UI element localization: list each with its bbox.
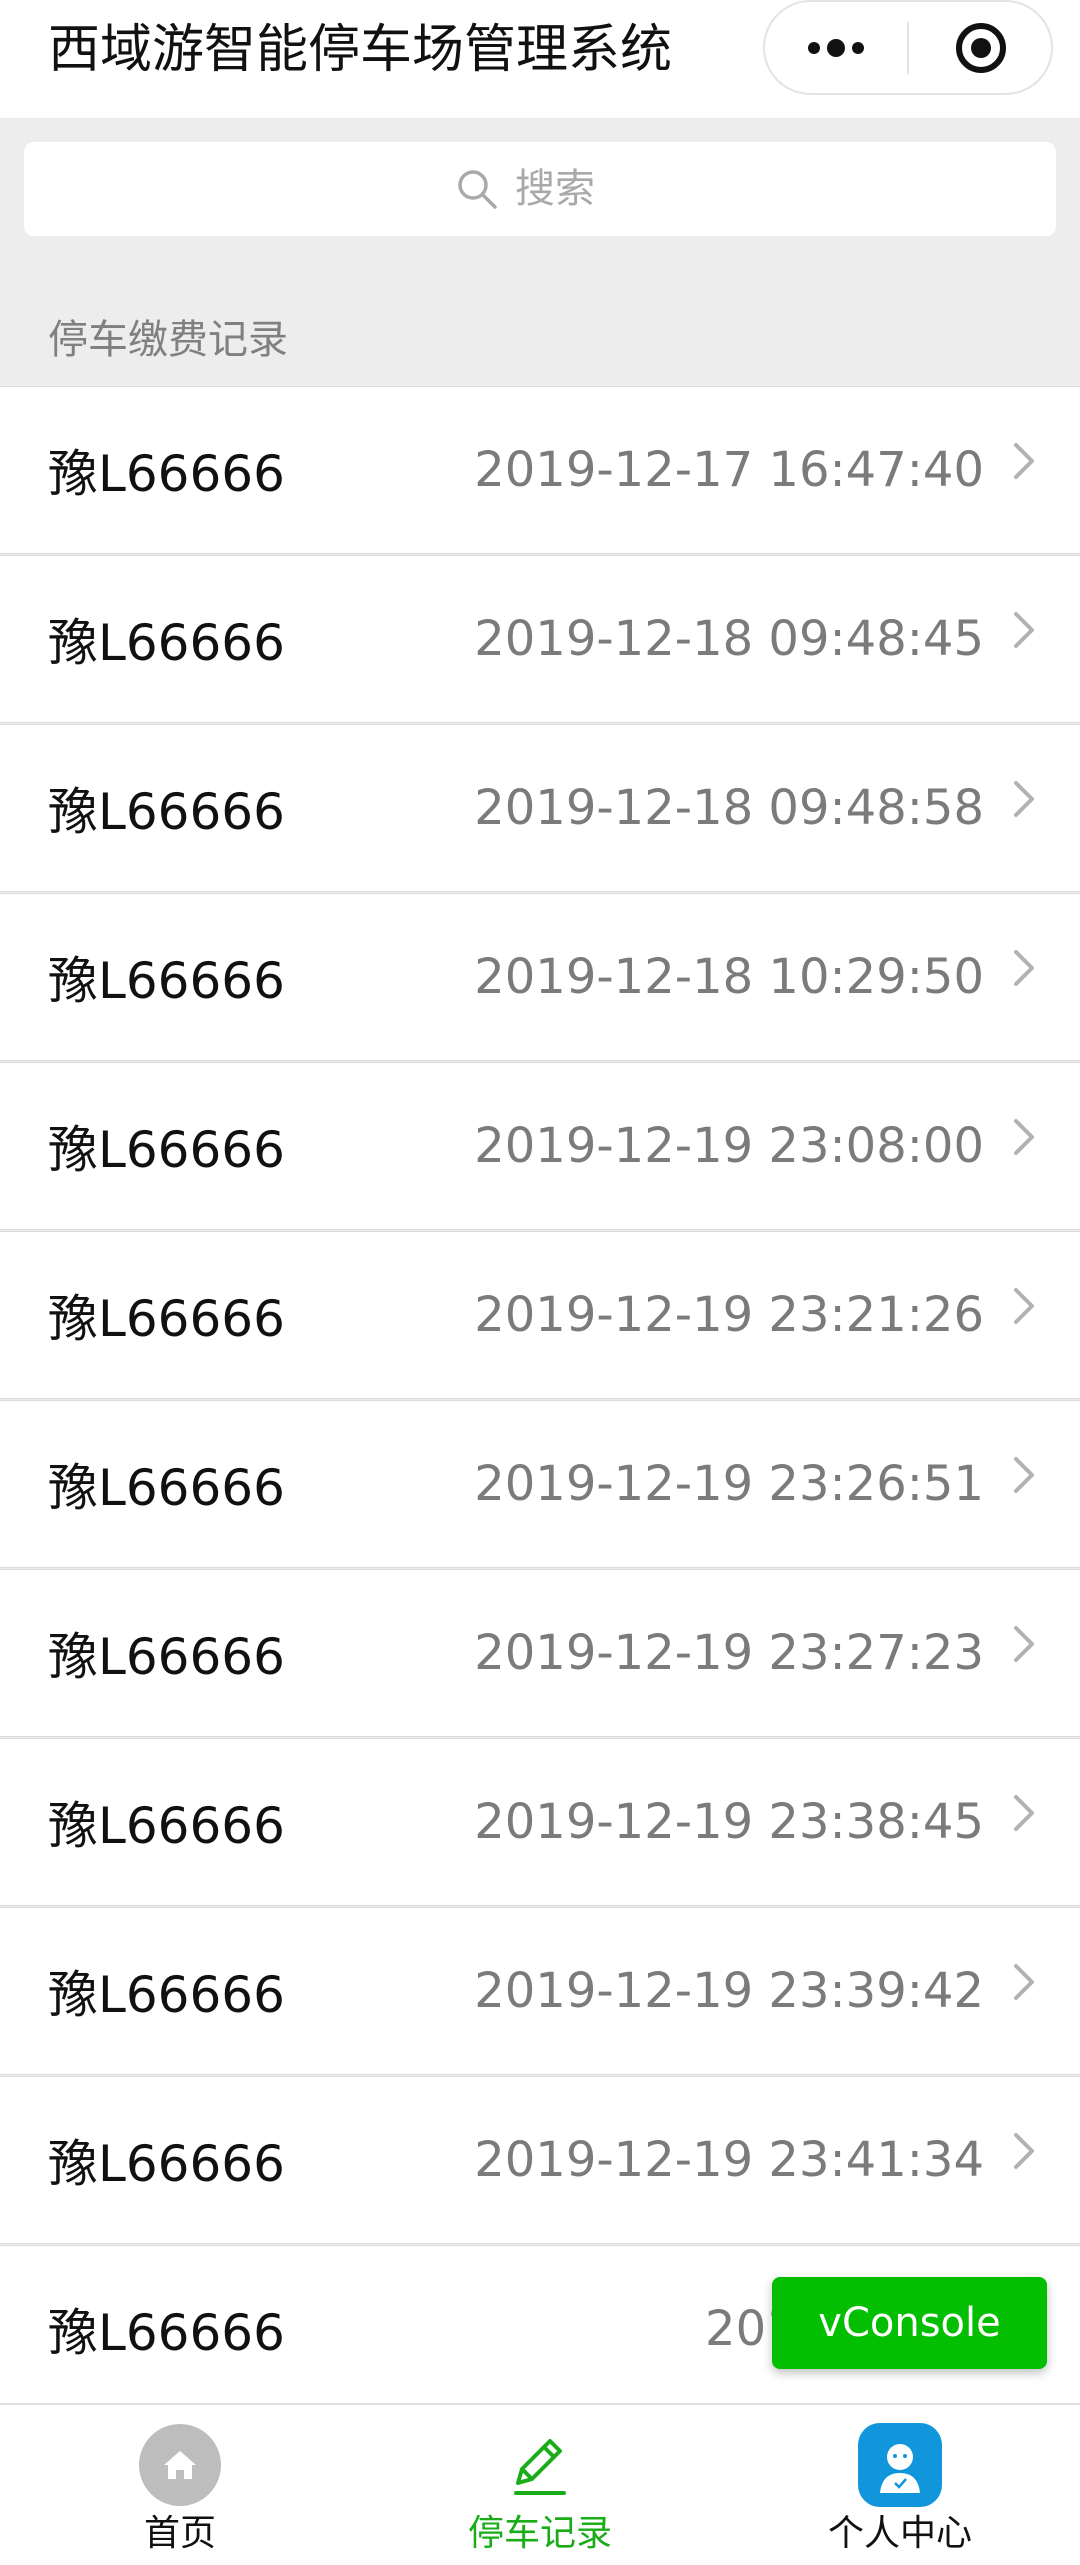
search-area [0,118,1080,258]
plate-number: 豫L66666 [48,2135,285,2193]
plate-number: 豫L66666 [48,445,285,503]
plate-number: 豫L66666 [48,952,285,1010]
section-title: 停车缴费记录 [48,317,288,363]
plate-number: 豫L66666 [48,614,285,672]
record-time: 2019-12-18 09:48:45 [474,611,984,667]
record-time: 2019-12-19 23:41:34 [474,2132,984,2188]
record-time: 2019-12-18 09:48:58 [474,780,984,836]
record-row[interactable]: 豫L66666 2019-12-19 23:08:00 [0,1062,1080,1230]
page-title: 西域游智能停车场管理系统 [48,20,673,80]
record-row[interactable]: 豫L66666 2019-12-18 10:29:50 [0,893,1080,1061]
search-input[interactable] [515,166,625,212]
record-row[interactable]: 豫L66666 2019-12-19 23:39:42 [0,1907,1080,2075]
record-time: 2019-12-18 10:29:50 [474,949,984,1005]
record-time: 2019-12-19 23:38:45 [474,1794,984,1850]
record-time: 2019-12-19 23:27:23 [474,1625,984,1681]
plate-number: 豫L66666 [48,2304,285,2362]
record-row[interactable]: 豫L66666 2019-12-19 23:27:23 [0,1569,1080,1737]
plate-number: 豫L66666 [48,1966,285,2024]
user-avatar-icon [858,2423,942,2507]
search-bar[interactable] [24,142,1056,236]
record-time: 2019-12-19 23:21:26 [474,1287,984,1343]
record-row[interactable]: 豫L66666 2019-12-17 16:47:40 [0,386,1080,554]
plate-number: 豫L66666 [48,783,285,841]
tab-home-label: 首页 [143,2513,216,2554]
menu-capsule [763,0,1053,95]
record-row[interactable]: 豫L66666 2019-12-18 09:48:45 [0,555,1080,723]
chevron-right-icon [1014,950,1034,986]
home-icon [138,2423,222,2507]
chevron-right-icon [1014,1119,1034,1155]
record-row[interactable]: 豫L66666 2019-12-19 23:26:51 [0,1400,1080,1568]
pencil-edit-icon [498,2423,582,2507]
target-close-icon [956,22,1006,73]
close-button[interactable] [909,2,1053,93]
chevron-right-icon [1014,1964,1034,2000]
plate-number: 豫L66666 [48,1121,285,1179]
record-row[interactable]: 豫L66666 2019-12-19 23:41:34 [0,2076,1080,2244]
search-icon [455,167,499,211]
chevron-right-icon [1014,1795,1034,1831]
chevron-right-icon [1014,1626,1034,1662]
record-row[interactable]: 豫L66666 2019-12-19 23:21:26 [0,1231,1080,1399]
plate-number: 豫L66666 [48,1459,285,1517]
chevron-right-icon [1014,1288,1034,1324]
navigation-bar: 西域游智能停车场管理系统 [0,0,1080,118]
chevron-right-icon [1014,781,1034,817]
plate-number: 豫L66666 [48,1628,285,1686]
tab-profile[interactable]: 个人中心 [720,2405,1080,2565]
record-row[interactable]: 豫L66666 2019-12-19 23:38:45 [0,1738,1080,1906]
plate-number: 豫L66666 [48,1290,285,1348]
chevron-right-icon [1014,2133,1034,2169]
record-row[interactable]: 豫L66666 2019-12-18 09:48:58 [0,724,1080,892]
payment-record-list: 豫L66666 2019-12-17 16:47:40 豫L66666 2019-12… [0,386,1080,2404]
chevron-right-icon [1014,443,1034,479]
vconsole-button[interactable]: vConsole [772,2277,1047,2369]
tab-home[interactable]: 首页 [0,2405,360,2565]
record-time: 2019-12-19 23:08:00 [474,1118,984,1174]
tab-parking-records[interactable]: 停车记录 [360,2405,720,2565]
tab-profile-label: 个人中心 [827,2513,972,2554]
more-dots-icon [808,38,864,57]
chevron-right-icon [1014,612,1034,648]
tab-bar: 首页 停车记录 个人中心 [0,2403,1080,2565]
record-time: 2019-12-19 23:39:42 [474,1963,984,2019]
record-time: 2019-12-17 16:47:40 [474,442,984,498]
tab-parking-records-label: 停车记录 [467,2513,612,2554]
record-time: 2019-12-19 23:26:51 [474,1456,984,1512]
plate-number: 豫L66666 [48,1797,285,1855]
chevron-right-icon [1014,1457,1034,1493]
more-button[interactable] [765,2,907,93]
